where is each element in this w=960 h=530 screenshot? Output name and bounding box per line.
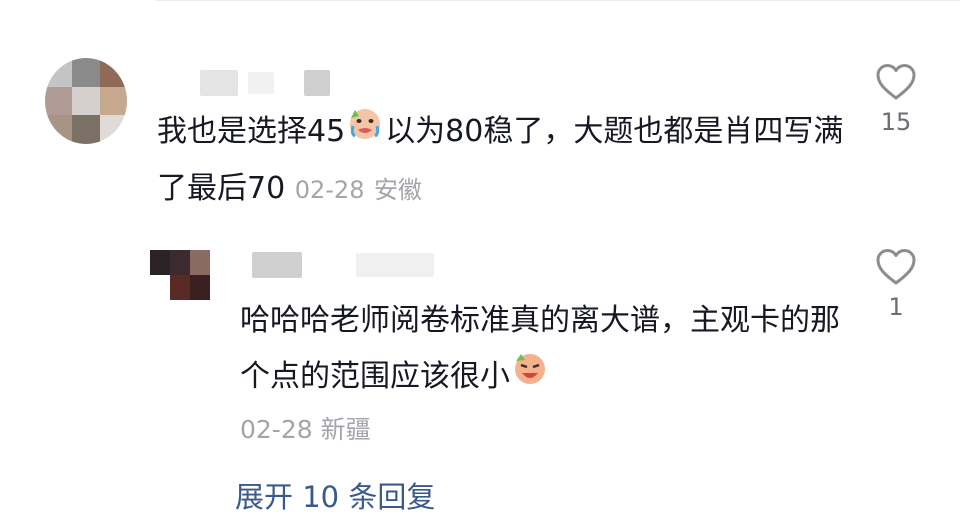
- avatar[interactable]: [150, 250, 230, 300]
- comment-location: 安徽: [374, 175, 423, 204]
- top-divider: [155, 0, 960, 1]
- avatar-pixel: [72, 115, 100, 144]
- avatar-pixel: [150, 250, 170, 275]
- comment-date: 02-28: [294, 175, 365, 204]
- username-blurred[interactable]: [248, 72, 274, 94]
- like-button[interactable]: 15: [866, 62, 926, 136]
- avatar-pixel: [150, 275, 170, 300]
- avatar-pixel: [72, 58, 100, 87]
- crying-face-emoji: [347, 105, 383, 161]
- avatar-pixel: [210, 275, 230, 300]
- loudly-crying-emoji: [512, 350, 548, 406]
- like-button[interactable]: 1: [866, 247, 926, 321]
- avatar-pixel: [210, 250, 230, 275]
- like-count: 1: [888, 293, 904, 321]
- comment-text: 我也是选择45 以为80稳了，大题也都是肖四写满了最后70 02-28 安徽: [157, 104, 857, 218]
- comment-text: 哈哈哈老师阅卷标准真的离大谱，主观卡的那个点的范围应该很小: [240, 293, 860, 406]
- comment-meta: 02-28 新疆: [240, 410, 371, 446]
- comment-location: 新疆: [320, 415, 371, 444]
- heart-outline-icon: [876, 64, 916, 100]
- avatar-pixel: [45, 58, 73, 87]
- avatar-pixel: [45, 86, 73, 116]
- avatar-pixel: [190, 275, 210, 300]
- expand-replies-link[interactable]: 展开 10 条回复: [235, 474, 435, 516]
- like-count: 15: [880, 108, 912, 136]
- heart-outline-icon: [876, 249, 916, 285]
- avatar-pixel: [170, 250, 190, 275]
- avatar-pixel: [99, 115, 127, 144]
- avatar-pixel: [45, 115, 73, 144]
- username-blurred[interactable]: [200, 70, 238, 96]
- username-blurred[interactable]: [304, 70, 330, 96]
- avatar-pixel: [170, 275, 190, 300]
- avatar-pixel: [99, 86, 127, 116]
- username-blurred[interactable]: [356, 253, 434, 277]
- avatar-pixel: [99, 58, 127, 87]
- avatar-pixel: [72, 86, 100, 116]
- username-blurred[interactable]: [252, 252, 302, 278]
- avatar[interactable]: [45, 58, 127, 144]
- avatar-pixel: [190, 250, 210, 275]
- comment-date: 02-28: [240, 415, 313, 444]
